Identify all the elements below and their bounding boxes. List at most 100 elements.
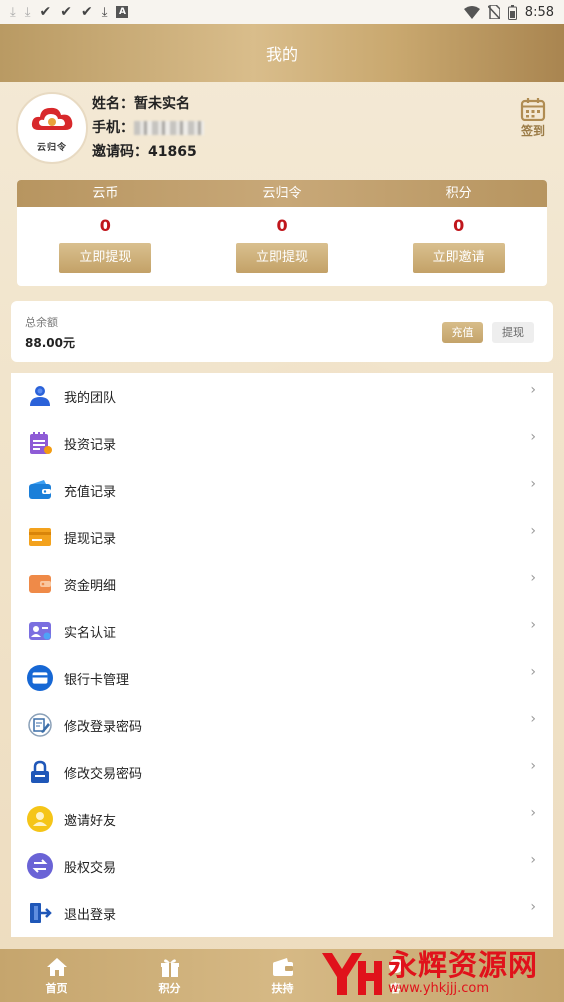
invite-now-button[interactable]: 立即邀请 [412, 243, 505, 273]
points-value: 0 [453, 216, 465, 235]
invite-label: 邀请码： [92, 144, 148, 160]
check-icon: ✔ [39, 4, 52, 20]
balance-value: 88.00元 [25, 336, 75, 350]
chevron-right-icon: › [530, 852, 536, 868]
chevron-right-icon: › [530, 570, 536, 586]
home-icon [46, 958, 67, 976]
menu-list: 我的团队 › 投资记录 › 充值记录 › 提现记录 › 资金明细 › 实名认证 [11, 373, 553, 937]
menu-label: 实名认证 [64, 626, 117, 641]
chevron-right-icon: › [530, 711, 536, 727]
wallet-icon [27, 477, 53, 503]
menu-item-change-login-password[interactable]: 修改登录密码 › [11, 702, 553, 749]
watermark-text: 永辉资源网 [388, 948, 539, 982]
wallet-card: 云币 云归令 积分 0 立即提现 0 立即提现 0 立即邀请 [17, 180, 547, 286]
menu-label: 充值记录 [64, 485, 117, 500]
menu-label: 邀请好友 [64, 814, 117, 829]
tab-points[interactable]: 积分 [113, 949, 226, 1002]
menu-item-recharge-record[interactable]: 充值记录 › [11, 467, 553, 514]
balance-label: 总余额 [25, 316, 58, 329]
exchange-icon [27, 853, 53, 879]
logout-icon [27, 900, 53, 926]
download-icon: ⤓ [101, 4, 108, 20]
card-icon [27, 524, 53, 550]
recharge-button[interactable]: 充值 [442, 322, 483, 343]
logo-text: 云归令 [36, 142, 67, 153]
notification-icons: ⤓ ⤓ ✔ ✔ ✔ ⤓ A [10, 4, 129, 20]
id-card-icon [27, 618, 53, 644]
no-sim-icon [487, 5, 500, 19]
menu-label: 股权交易 [64, 861, 117, 876]
watermark: 永辉资源网 www.yhkjjj.com [318, 944, 564, 1002]
chevron-right-icon: › [530, 617, 536, 633]
calendar-icon [520, 98, 546, 121]
menu-item-invite-friends[interactable]: 邀请好友 › [11, 796, 553, 843]
notepad-icon [27, 430, 53, 456]
tab-label: 扶持 [271, 982, 294, 995]
signin-label: 签到 [520, 124, 545, 138]
wallet-title-yunbi: 云币 [92, 186, 119, 201]
chevron-right-icon: › [530, 664, 536, 680]
wallet-header: 云币 云归令 积分 [17, 180, 547, 207]
menu-item-real-name-auth[interactable]: 实名认证 › [11, 608, 553, 655]
menu-item-equity-trading[interactable]: 股权交易 › [11, 843, 553, 890]
profile-info: 姓名： 暂未实名 手机： 邀请码： 41865 [92, 92, 204, 164]
name-value: 暂未实名 [134, 96, 190, 112]
menu-item-withdraw-record[interactable]: 提现记录 › [11, 514, 553, 561]
yunguiling-withdraw-button[interactable]: 立即提现 [236, 243, 328, 273]
name-label: 姓名： [92, 96, 134, 112]
chevron-right-icon: › [530, 805, 536, 821]
bank-card-icon [27, 665, 53, 691]
phone-label: 手机： [92, 120, 134, 136]
withdraw-button[interactable]: 提现 [492, 322, 534, 343]
menu-label: 提现记录 [64, 532, 117, 547]
yunbi-withdraw-button[interactable]: 立即提现 [59, 243, 152, 273]
signin-button[interactable]: 签到 [516, 97, 550, 139]
balance-card: 总余额 88.00元 充值 提现 [11, 301, 553, 362]
friend-icon [27, 806, 53, 832]
chevron-right-icon: › [530, 523, 536, 539]
menu-item-logout[interactable]: 退出登录 › [11, 890, 553, 937]
menu-label: 修改交易密码 [64, 767, 143, 782]
top-header: 我的 [0, 24, 564, 82]
edit-doc-icon [27, 712, 53, 738]
lock-icon [27, 759, 53, 785]
menu-item-investment-record[interactable]: 投资记录 › [11, 420, 553, 467]
wifi-icon [463, 5, 480, 19]
tab-label: 首页 [45, 982, 68, 995]
wallet-column-yunguiling: 0 立即提现 [194, 207, 371, 286]
avatar[interactable]: 云归令 [16, 92, 88, 164]
check-icon: ✔ [60, 4, 72, 20]
menu-item-my-team[interactable]: 我的团队 › [11, 373, 553, 420]
wallet-title-points: 积分 [445, 186, 472, 201]
team-icon [27, 383, 53, 409]
chevron-right-icon: › [530, 899, 536, 915]
menu-item-change-trade-password[interactable]: 修改交易密码 › [11, 749, 553, 796]
menu-item-bank-card[interactable]: 银行卡管理 › [11, 655, 553, 702]
cloud-logo-icon [31, 107, 73, 130]
menu-label: 银行卡管理 [64, 673, 130, 688]
yunguiling-value: 0 [276, 216, 288, 235]
chevron-right-icon: › [530, 758, 536, 774]
tab-home[interactable]: 首页 [0, 949, 113, 1002]
status-bar: ⤓ ⤓ ✔ ✔ ✔ ⤓ A 8:58 [0, 0, 564, 24]
yunbi-value: 0 [99, 216, 111, 235]
wallet-column-points: 0 立即邀请 [370, 207, 547, 286]
menu-label: 资金明细 [64, 579, 117, 594]
chevron-right-icon: › [530, 476, 536, 492]
clock: 8:58 [524, 4, 554, 20]
battery-icon [507, 4, 517, 20]
menu-item-fund-details[interactable]: 资金明细 › [11, 561, 553, 608]
download-icon: ⤓ [10, 4, 16, 20]
page-title: 我的 [265, 45, 298, 64]
a-icon: A [116, 6, 129, 18]
chevron-right-icon: › [530, 382, 536, 398]
download-icon: ⤓ [24, 4, 31, 20]
purse-icon [27, 571, 53, 597]
wallet-column-yunbi: 0 立即提现 [17, 207, 194, 286]
check-icon: ✔ [80, 4, 93, 20]
menu-label: 投资记录 [64, 438, 117, 453]
chevron-right-icon: › [530, 429, 536, 445]
tab-label: 积分 [158, 982, 181, 995]
wallet-title-yunguiling: 云归令 [262, 186, 302, 201]
phone-value-redacted [134, 121, 204, 135]
